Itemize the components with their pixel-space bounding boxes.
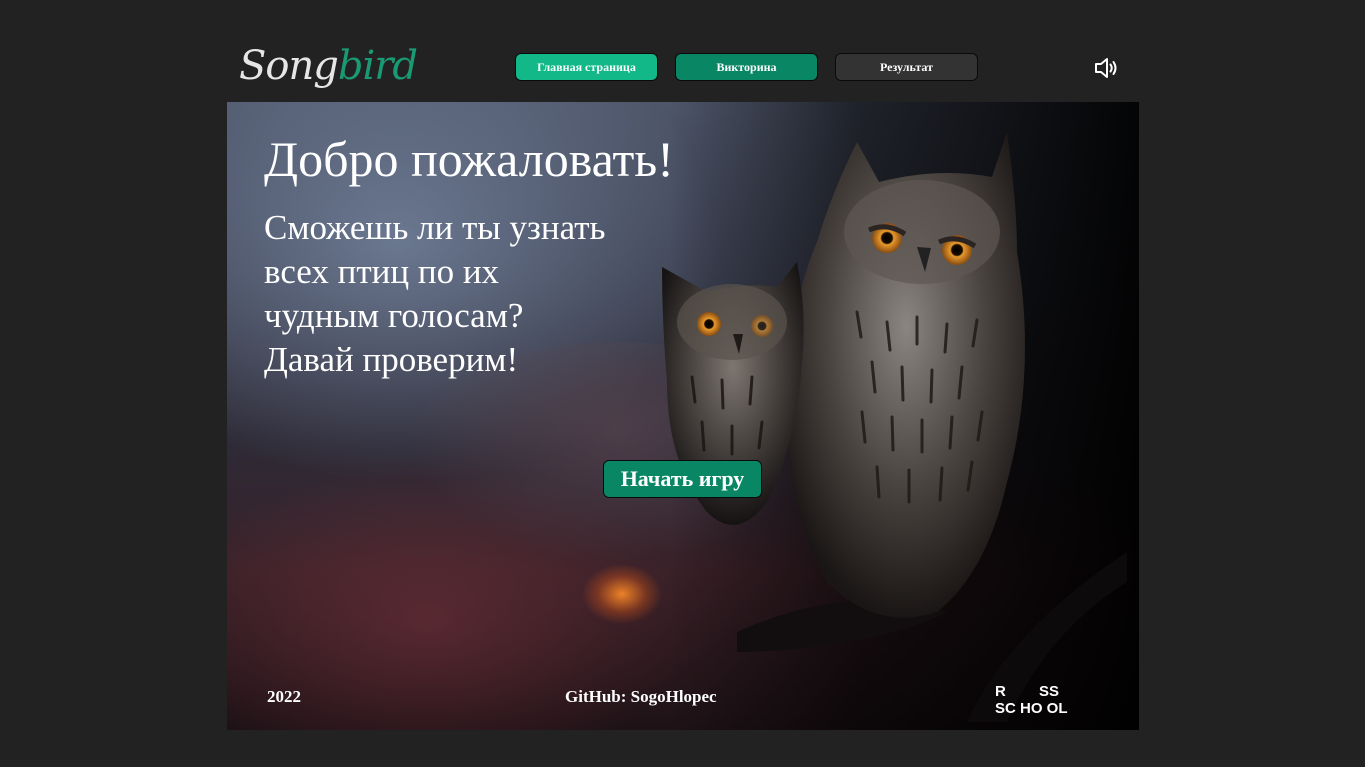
intro-line: Сможешь ли ты узнать (264, 208, 606, 247)
logo-part-song: Song (239, 43, 339, 89)
owls-illustration (662, 132, 1127, 722)
nav-home-button[interactable]: Главная страница (515, 53, 658, 81)
intro-line: чудным голосам? (264, 296, 524, 335)
songbird-logo[interactable]: Songbird (239, 40, 418, 92)
intro-line: всех птиц по их (264, 252, 500, 291)
logo-part-bird: bird (337, 43, 418, 89)
rs-logo-row2: SC HO OL (995, 700, 1068, 716)
welcome-title: Добро пожаловать! (264, 131, 674, 187)
rs-logo-row1-right: SS (1039, 683, 1059, 700)
hero-section: Добро пожаловать! Сможешь ли ты узнать в… (227, 102, 1139, 730)
rs-logo-row1-left: R (995, 683, 1006, 700)
header: Songbird Главная страница Викторина Резу… (227, 36, 1139, 100)
intro-line: Давай проверим! (264, 340, 519, 379)
github-link[interactable]: GitHub: SogoHlopec (565, 687, 717, 707)
start-game-button[interactable]: Начать игру (603, 460, 762, 498)
footer-year: 2022 (267, 687, 301, 706)
main-nav: Главная страница Викторина Результат (515, 53, 978, 81)
nav-quiz-button[interactable]: Викторина (675, 53, 818, 81)
rs-school-logo[interactable]: R SS SC HO OL (993, 682, 1085, 716)
speaker-icon[interactable] (1093, 54, 1121, 82)
intro-text: Сможешь ли ты узнать всех птиц по их чуд… (264, 206, 684, 382)
nav-result-button[interactable]: Результат (835, 53, 978, 81)
